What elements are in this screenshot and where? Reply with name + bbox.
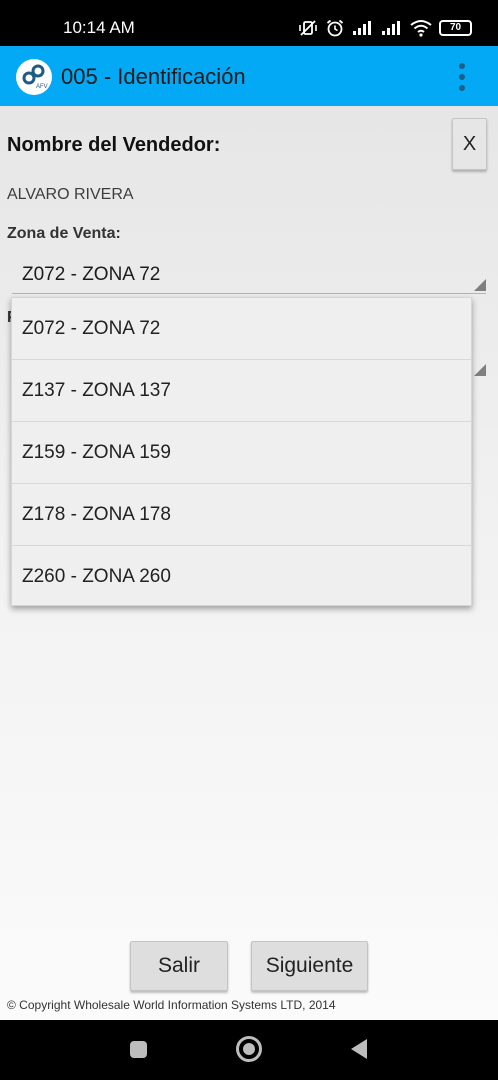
zone-spinner[interactable]: Z072 - ZONA 72 <box>12 256 486 294</box>
alarm-icon <box>325 18 345 38</box>
back-icon[interactable] <box>351 1039 367 1059</box>
vibrate-off-icon <box>298 18 318 38</box>
exit-button[interactable]: Salir <box>130 941 228 991</box>
signal-icon <box>352 20 374 36</box>
vendor-name: ALVARO RIVERA <box>7 186 134 203</box>
dropdown-arrow-icon-2[interactable] <box>474 364 486 376</box>
app-bar: AFV 005 - Identificación <box>0 46 498 106</box>
dropdown-option[interactable]: Z260 - ZONA 260 <box>12 546 471 608</box>
navigation-bar <box>0 1020 498 1080</box>
dropdown-option[interactable]: Z178 - ZONA 178 <box>12 484 471 546</box>
app-logo: AFV <box>16 59 52 95</box>
dropdown-option[interactable]: Z159 - ZONA 159 <box>12 422 471 484</box>
page-title: 005 - Identificación <box>61 64 246 89</box>
more-vert-icon[interactable] <box>452 60 472 94</box>
status-icons: 70 <box>298 17 472 39</box>
next-button[interactable]: Siguiente <box>251 941 368 991</box>
zone-spinner-value: Z072 - ZONA 72 <box>22 264 161 285</box>
dropdown-arrow-icon <box>474 279 486 291</box>
home-icon[interactable] <box>236 1036 262 1062</box>
close-button[interactable]: X <box>452 118 487 170</box>
battery-icon: 70 <box>439 20 472 36</box>
main-content: Nombre del Vendedor: X ALVARO RIVERA Zon… <box>0 106 498 1020</box>
recents-icon[interactable] <box>130 1041 147 1058</box>
vendor-label: Nombre del Vendedor: <box>7 134 221 156</box>
logo-text: AFV <box>36 84 48 90</box>
zone-dropdown-list: Z072 - ZONA 72 Z137 - ZONA 137 Z159 - ZO… <box>11 297 472 606</box>
signal-icon-2 <box>381 20 403 36</box>
status-bar: 10:14 AM 70 <box>0 0 498 46</box>
wifi-icon <box>410 19 432 37</box>
dropdown-option[interactable]: Z072 - ZONA 72 <box>12 298 471 360</box>
dropdown-option[interactable]: Z137 - ZONA 137 <box>12 360 471 422</box>
copyright-text: © Copyright Wholesale World Information … <box>7 998 336 1012</box>
zone-label: Zona de Venta: <box>7 225 121 242</box>
status-time: 10:14 AM <box>63 18 135 37</box>
battery-level: 70 <box>449 22 462 33</box>
